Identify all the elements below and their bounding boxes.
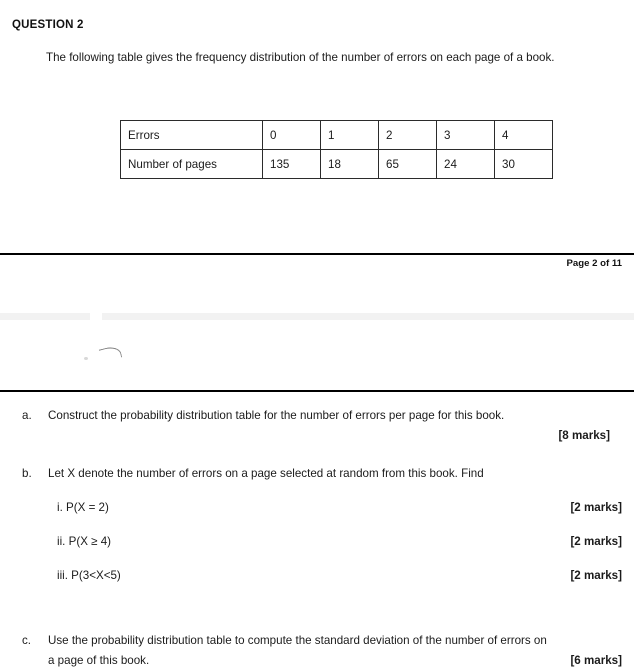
- part-c-marker: c.: [22, 634, 32, 647]
- errors-value-1: 1: [320, 120, 379, 150]
- part-c-marks: [6 marks]: [570, 654, 622, 667]
- scan-artifact-mark: [98, 344, 123, 363]
- table-row: Number of pages 135 18 65 24 30: [120, 149, 553, 179]
- scan-artifact-notch: [90, 311, 102, 322]
- list-item: iii. P(3<X<5) [2 marks]: [57, 566, 634, 586]
- part-b-item-iii-label: iii. P(3<X<5): [57, 569, 121, 582]
- part-b-text: Let X denote the number of errors on a p…: [48, 467, 484, 480]
- scan-artifact-dot: [84, 357, 88, 360]
- document-page: QUESTION 2 The following table gives the…: [0, 0, 634, 668]
- errors-value-2: 2: [378, 120, 437, 150]
- pages-value-2: 65: [378, 149, 437, 179]
- part-b-subitems: i. P(X = 2) [2 marks] ii. P(X ≥ 4) [2 ma…: [57, 498, 634, 586]
- row-header-errors: Errors: [120, 120, 263, 150]
- part-b-item-i-marks: [2 marks]: [570, 501, 622, 514]
- part-a-text: Construct the probability distribution t…: [48, 409, 505, 422]
- part-b-marker: b.: [22, 467, 32, 480]
- part-a-body: Construct the probability distribution t…: [48, 406, 622, 446]
- question-part-a: a. Construct the probability distributio…: [22, 406, 634, 446]
- frequency-table-container: Errors 0 1 2 3 4 Number of pages 135 18 …: [120, 120, 553, 179]
- part-b-body: Let X denote the number of errors on a p…: [48, 464, 634, 484]
- page-number-footer: Page 2 of 11: [566, 258, 622, 269]
- part-b-item-ii-label: ii. P(X ≥ 4): [57, 535, 112, 548]
- question-part-c: c. Use the probability distribution tabl…: [22, 631, 634, 671]
- part-c-line2-row: a page of this book. [6 marks]: [48, 651, 634, 671]
- errors-value-3: 3: [436, 120, 495, 150]
- part-b-item-iii-marks: [2 marks]: [570, 569, 622, 582]
- frequency-distribution-table: Errors 0 1 2 3 4 Number of pages 135 18 …: [120, 120, 553, 179]
- question-part-b: b. Let X denote the number of errors on …: [22, 464, 634, 484]
- page-title: QUESTION 2: [12, 19, 84, 31]
- list-item: i. P(X = 2) [2 marks]: [57, 498, 634, 518]
- list-item: ii. P(X ≥ 4) [2 marks]: [57, 532, 634, 552]
- row-header-number-of-pages: Number of pages: [120, 149, 263, 179]
- question-parts-list: a. Construct the probability distributio…: [0, 398, 634, 671]
- pages-value-0: 135: [262, 149, 321, 179]
- part-b-item-i-label: i. P(X = 2): [57, 501, 109, 514]
- pages-value-4: 30: [494, 149, 553, 179]
- footer-divider: [0, 253, 634, 255]
- part-a-marks: [8 marks]: [558, 429, 610, 442]
- section-divider: [0, 390, 634, 392]
- part-c-line2: a page of this book.: [48, 654, 150, 667]
- pages-value-1: 18: [320, 149, 379, 179]
- part-a-marker: a.: [22, 409, 32, 422]
- question-intro-text: The following table gives the frequency …: [46, 51, 555, 64]
- part-c-body: Use the probability distribution table t…: [48, 631, 634, 671]
- errors-value-4: 4: [494, 120, 553, 150]
- table-row: Errors 0 1 2 3 4: [120, 120, 553, 150]
- errors-value-0: 0: [262, 120, 321, 150]
- part-c-line1: Use the probability distribution table t…: [48, 634, 547, 647]
- pages-value-3: 24: [436, 149, 495, 179]
- part-b-item-ii-marks: [2 marks]: [570, 535, 622, 548]
